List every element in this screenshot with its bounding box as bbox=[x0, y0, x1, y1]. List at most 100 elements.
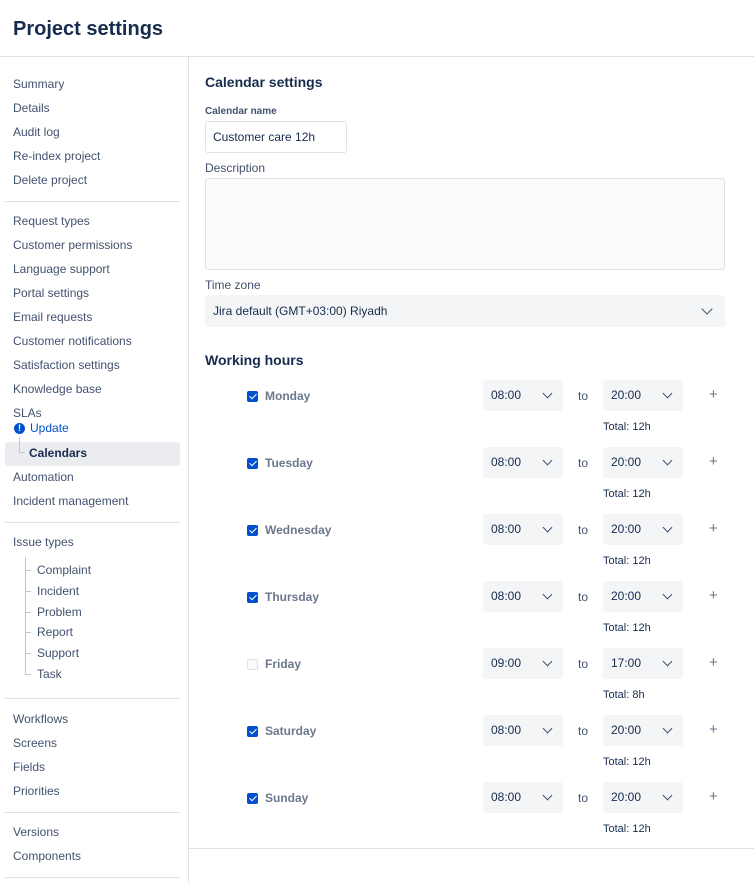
chevron-down-icon bbox=[701, 303, 713, 315]
sidebar-item-fields[interactable]: Fields bbox=[13, 760, 45, 774]
sidebar-item-versions[interactable]: Versions bbox=[13, 825, 59, 839]
plus-icon[interactable]: + bbox=[709, 520, 718, 537]
working-day-row: Sunday 08:00 to 20:00 Total: 12h + bbox=[189, 782, 754, 842]
end-time-value: 20:00 bbox=[611, 589, 642, 603]
to-label: to bbox=[578, 724, 589, 738]
end-time-select[interactable]: 20:00 bbox=[603, 380, 683, 411]
day-checkbox-sunday[interactable] bbox=[247, 793, 258, 804]
sidebar-item-sla-update[interactable]: ! Update bbox=[14, 421, 69, 435]
plus-icon[interactable]: + bbox=[709, 721, 718, 738]
sidebar-item-email-requests[interactable]: Email requests bbox=[13, 310, 92, 324]
end-time-select[interactable]: 20:00 bbox=[603, 782, 683, 813]
chevron-down-icon bbox=[542, 522, 553, 533]
tree-connector bbox=[19, 437, 20, 452]
sidebar-item-language-support[interactable]: Language support bbox=[13, 262, 110, 276]
plus-icon[interactable]: + bbox=[709, 386, 718, 403]
start-time-select[interactable]: 08:00 bbox=[483, 715, 563, 746]
tree-connector bbox=[19, 452, 25, 453]
working-hours-heading: Working hours bbox=[205, 352, 304, 368]
total-hours: Total: 12h bbox=[603, 823, 651, 835]
sidebar-item-customer-permissions[interactable]: Customer permissions bbox=[13, 238, 132, 252]
sidebar-item-incident[interactable]: Incident bbox=[37, 584, 79, 598]
sidebar-item-automation[interactable]: Automation bbox=[13, 470, 74, 484]
day-label-sunday: Sunday bbox=[265, 791, 309, 805]
sidebar-item-priorities[interactable]: Priorities bbox=[13, 784, 60, 798]
tree-connector bbox=[25, 674, 31, 675]
sidebar-item-satisfaction-settings[interactable]: Satisfaction settings bbox=[13, 358, 120, 372]
end-time-select[interactable]: 20:00 bbox=[603, 447, 683, 478]
end-time-select[interactable]: 20:00 bbox=[603, 514, 683, 545]
day-checkbox-friday[interactable] bbox=[247, 659, 258, 670]
tree-connector bbox=[25, 591, 31, 592]
start-time-select[interactable]: 08:00 bbox=[483, 380, 563, 411]
calendar-name-input[interactable] bbox=[205, 121, 347, 153]
sidebar-item-components[interactable]: Components bbox=[13, 849, 81, 863]
sidebar-item-knowledge-base[interactable]: Knowledge base bbox=[13, 382, 102, 396]
sidebar-item-issue-types[interactable]: Issue types bbox=[13, 535, 74, 549]
sidebar-item-details[interactable]: Details bbox=[13, 101, 50, 115]
total-hours: Total: 12h bbox=[603, 555, 651, 567]
day-checkbox-monday[interactable] bbox=[247, 391, 258, 402]
sidebar-item-problem[interactable]: Problem bbox=[37, 605, 82, 619]
sidebar-item-calendars[interactable]: Calendars bbox=[29, 446, 87, 460]
to-label: to bbox=[578, 590, 589, 604]
sidebar-item-incident-management[interactable]: Incident management bbox=[13, 494, 128, 508]
end-time-value: 20:00 bbox=[611, 388, 642, 402]
page-header: Project settings bbox=[0, 0, 754, 57]
sidebar-item-portal-settings[interactable]: Portal settings bbox=[13, 286, 89, 300]
sidebar-item-delete-project[interactable]: Delete project bbox=[13, 173, 87, 187]
chevron-down-icon bbox=[662, 455, 673, 466]
plus-icon[interactable]: + bbox=[709, 788, 718, 805]
tree-connector bbox=[25, 632, 31, 633]
sidebar-item-support[interactable]: Support bbox=[37, 646, 79, 660]
sidebar-item-slas[interactable]: SLAs bbox=[13, 406, 42, 420]
end-time-select[interactable]: 20:00 bbox=[603, 581, 683, 612]
content-divider bbox=[189, 848, 754, 849]
start-time-select[interactable]: 08:00 bbox=[483, 447, 563, 478]
working-day-row: Tuesday 08:00 to 20:00 Total: 12h + bbox=[189, 447, 754, 507]
day-checkbox-thursday[interactable] bbox=[247, 592, 258, 603]
sidebar-item-workflows[interactable]: Workflows bbox=[13, 712, 68, 726]
sidebar-divider bbox=[5, 877, 180, 878]
sidebar-item-audit-log[interactable]: Audit log bbox=[13, 125, 60, 139]
day-checkbox-saturday[interactable] bbox=[247, 726, 258, 737]
sidebar-item-report[interactable]: Report bbox=[37, 625, 73, 639]
sidebar-item-reindex-project[interactable]: Re-index project bbox=[13, 149, 100, 163]
sidebar-item-summary[interactable]: Summary bbox=[13, 77, 64, 91]
total-hours: Total: 12h bbox=[603, 421, 651, 433]
start-time-value: 08:00 bbox=[491, 455, 522, 469]
sidebar-item-task[interactable]: Task bbox=[37, 667, 62, 681]
working-day-row: Monday 08:00 to 20:00 Total: 12h + bbox=[189, 380, 754, 440]
tree-connector bbox=[25, 570, 31, 571]
start-time-select[interactable]: 08:00 bbox=[483, 581, 563, 612]
day-label-monday: Monday bbox=[265, 389, 311, 403]
plus-icon[interactable]: + bbox=[709, 654, 718, 671]
description-label: Description bbox=[205, 161, 266, 175]
to-label: to bbox=[578, 389, 589, 403]
end-time-select[interactable]: 20:00 bbox=[603, 715, 683, 746]
plus-icon[interactable]: + bbox=[709, 587, 718, 604]
sidebar-item-complaint[interactable]: Complaint bbox=[37, 563, 91, 577]
working-day-row: Saturday 08:00 to 20:00 Total: 12h + bbox=[189, 715, 754, 775]
day-checkbox-tuesday[interactable] bbox=[247, 458, 258, 469]
chevron-down-icon bbox=[542, 589, 553, 600]
timezone-select[interactable]: Jira default (GMT+03:00) Riyadh bbox=[205, 295, 725, 327]
tree-connector bbox=[25, 612, 31, 613]
timezone-label: Time zone bbox=[205, 278, 261, 292]
start-time-select[interactable]: 08:00 bbox=[483, 782, 563, 813]
sidebar-item-request-types[interactable]: Request types bbox=[13, 214, 90, 228]
info-icon: ! bbox=[14, 422, 25, 434]
day-checkbox-wednesday[interactable] bbox=[247, 525, 258, 536]
description-textarea[interactable] bbox=[205, 178, 725, 270]
plus-icon[interactable]: + bbox=[709, 453, 718, 470]
tree-connector bbox=[25, 557, 26, 675]
start-time-select[interactable]: 08:00 bbox=[483, 514, 563, 545]
chevron-down-icon bbox=[542, 790, 553, 801]
sidebar-item-customer-notifications[interactable]: Customer notifications bbox=[13, 334, 132, 348]
sidebar-item-screens[interactable]: Screens bbox=[13, 736, 57, 750]
to-label: to bbox=[578, 456, 589, 470]
end-time-select[interactable]: 17:00 bbox=[603, 648, 683, 679]
total-hours: Total: 12h bbox=[603, 488, 651, 500]
total-hours: Total: 12h bbox=[603, 622, 651, 634]
start-time-select[interactable]: 09:00 bbox=[483, 648, 563, 679]
